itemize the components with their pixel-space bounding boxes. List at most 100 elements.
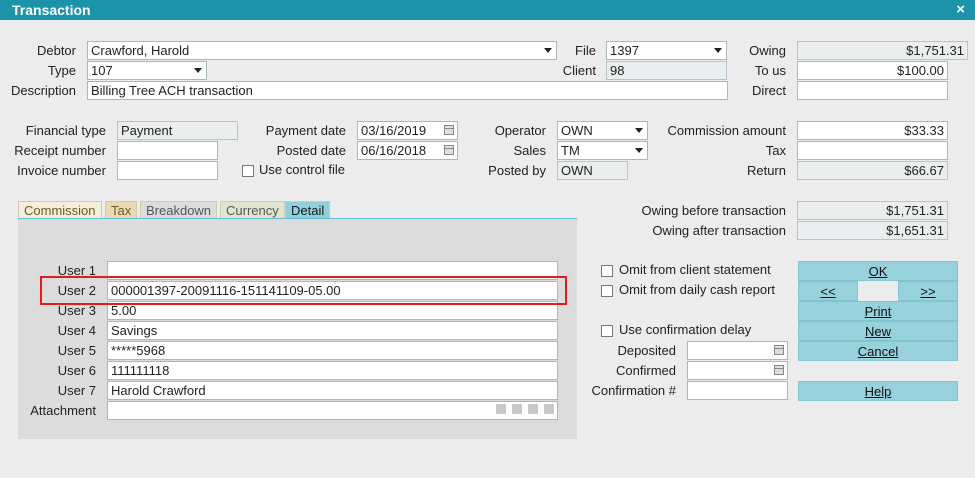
owing-before-label: Owing before transaction <box>641 203 786 218</box>
posted-by-label: Posted by <box>488 163 546 178</box>
calendar-icon[interactable] <box>774 345 784 355</box>
type-value: 107 <box>91 63 113 78</box>
deposited-field[interactable] <box>687 341 788 360</box>
owing-after-field: $1,651.31 <box>797 221 948 240</box>
receipt-number-field[interactable] <box>117 141 218 160</box>
use-control-file-checkbox[interactable] <box>242 165 254 177</box>
use-confirmation-delay-label: Use confirmation delay <box>619 322 752 337</box>
title-bar: Transaction × <box>0 0 975 20</box>
posted-by-field: OWN <box>557 161 628 180</box>
to-us-label: To us <box>754 63 786 78</box>
user-4-field[interactable]: Savings <box>107 321 558 340</box>
sales-select[interactable]: TM <box>557 141 648 160</box>
user-6-field[interactable]: 111111118 <box>107 361 558 380</box>
next-button-label: >> <box>920 284 936 299</box>
print-button[interactable]: Print <box>798 301 958 321</box>
to-us-field[interactable]: $100.00 <box>797 61 948 80</box>
tab-commission[interactable]: Commission <box>18 201 102 219</box>
folder-icon[interactable] <box>496 404 506 414</box>
file-value: 1397 <box>610 43 639 58</box>
type-select[interactable]: 107 <box>87 61 207 80</box>
close-icon[interactable]: × <box>956 1 965 18</box>
scanner-icon[interactable] <box>512 404 522 414</box>
file-select[interactable]: 1397 <box>606 41 727 60</box>
payment-date-label: Payment date <box>265 123 346 138</box>
ok-button[interactable]: OK <box>798 261 958 281</box>
chevron-down-icon <box>635 128 643 133</box>
sales-value: TM <box>561 143 580 158</box>
deposited-label: Deposited <box>617 343 676 358</box>
posted-date-field[interactable]: 06/16/2018 <box>357 141 458 160</box>
type-label: Type <box>47 63 76 78</box>
debtor-select[interactable]: Crawford, Harold <box>87 41 557 60</box>
omit-daily-cash-label: Omit from daily cash report <box>619 282 776 297</box>
attachment-toolbar <box>496 404 554 414</box>
new-button[interactable]: New <box>798 321 958 341</box>
previous-button[interactable]: << <box>798 281 858 301</box>
payment-date-value: 03/16/2019 <box>361 123 427 138</box>
calendar-icon[interactable] <box>774 365 784 375</box>
debtor-label: Debtor <box>36 43 76 58</box>
omit-client-statement-label: Omit from client statement <box>619 262 771 277</box>
tab-tax[interactable]: Tax <box>105 201 138 219</box>
omit-client-statement-checkbox[interactable] <box>601 265 613 277</box>
file-label: File <box>575 43 596 58</box>
confirmed-label: Confirmed <box>616 363 676 378</box>
tab-currency[interactable]: Currency <box>220 201 285 219</box>
chevron-down-icon <box>194 68 202 73</box>
delete-icon[interactable] <box>528 404 538 414</box>
operator-select[interactable]: OWN <box>557 121 648 140</box>
calendar-icon[interactable] <box>444 125 454 135</box>
invoice-number-field[interactable] <box>117 161 218 180</box>
owing-after-label: Owing after transaction <box>652 223 786 238</box>
user-5-label: User 5 <box>57 343 96 358</box>
user-4-label: User 4 <box>57 323 96 338</box>
owing-label: Owing <box>749 43 786 58</box>
confirmed-field[interactable] <box>687 361 788 380</box>
help-button[interactable]: Help <box>798 381 958 401</box>
window-title: Transaction <box>12 2 91 18</box>
commission-amount-label: Commission amount <box>667 123 787 138</box>
user-7-label: User 7 <box>57 383 96 398</box>
chevron-down-icon <box>714 48 722 53</box>
user-5-field[interactable]: *****5968 <box>107 341 558 360</box>
debtor-value: Crawford, Harold <box>91 43 190 58</box>
confirmation-number-field[interactable] <box>687 381 788 400</box>
owing-field: $1,751.31 <box>797 41 968 60</box>
operator-label: Operator <box>494 123 546 138</box>
chevron-down-icon <box>635 148 643 153</box>
direct-field[interactable] <box>797 81 948 100</box>
attachment-label: Attachment <box>30 403 96 418</box>
tax-field[interactable] <box>797 141 948 160</box>
payment-date-field[interactable]: 03/16/2019 <box>357 121 458 140</box>
previous-button-label: << <box>820 284 836 299</box>
use-confirmation-delay-checkbox[interactable] <box>601 325 613 337</box>
commission-amount-field[interactable]: $33.33 <box>797 121 948 140</box>
tab-detail[interactable]: Detail <box>285 201 331 219</box>
tax-label: Tax <box>765 143 786 158</box>
tab-breakdown[interactable]: Breakdown <box>140 201 218 219</box>
print-button-label: Print <box>864 304 892 319</box>
sales-label: Sales <box>513 143 546 158</box>
chevron-down-icon <box>544 48 552 53</box>
calendar-icon[interactable] <box>444 145 454 155</box>
description-field[interactable]: Billing Tree ACH transaction <box>87 81 728 100</box>
return-label: Return <box>746 163 786 178</box>
owing-before-field: $1,751.31 <box>797 201 948 220</box>
highlight-box <box>40 276 567 305</box>
user-6-label: User 6 <box>57 363 96 378</box>
client-label: Client <box>562 63 596 78</box>
omit-daily-cash-checkbox[interactable] <box>601 285 613 297</box>
invoice-number-label: Invoice number <box>17 163 106 178</box>
posted-date-value: 06/16/2018 <box>361 143 427 158</box>
operator-value: OWN <box>561 123 593 138</box>
client-field: 98 <box>606 61 727 80</box>
user-7-field[interactable]: Harold Crawford <box>107 381 558 400</box>
cancel-button[interactable]: Cancel <box>798 341 958 361</box>
view-icon[interactable] <box>544 404 554 414</box>
attachment-field[interactable] <box>107 401 558 420</box>
cancel-button-label: Cancel <box>857 344 899 359</box>
receipt-number-label: Receipt number <box>14 143 106 158</box>
next-button[interactable]: >> <box>898 281 958 301</box>
help-button-label: Help <box>864 384 892 399</box>
